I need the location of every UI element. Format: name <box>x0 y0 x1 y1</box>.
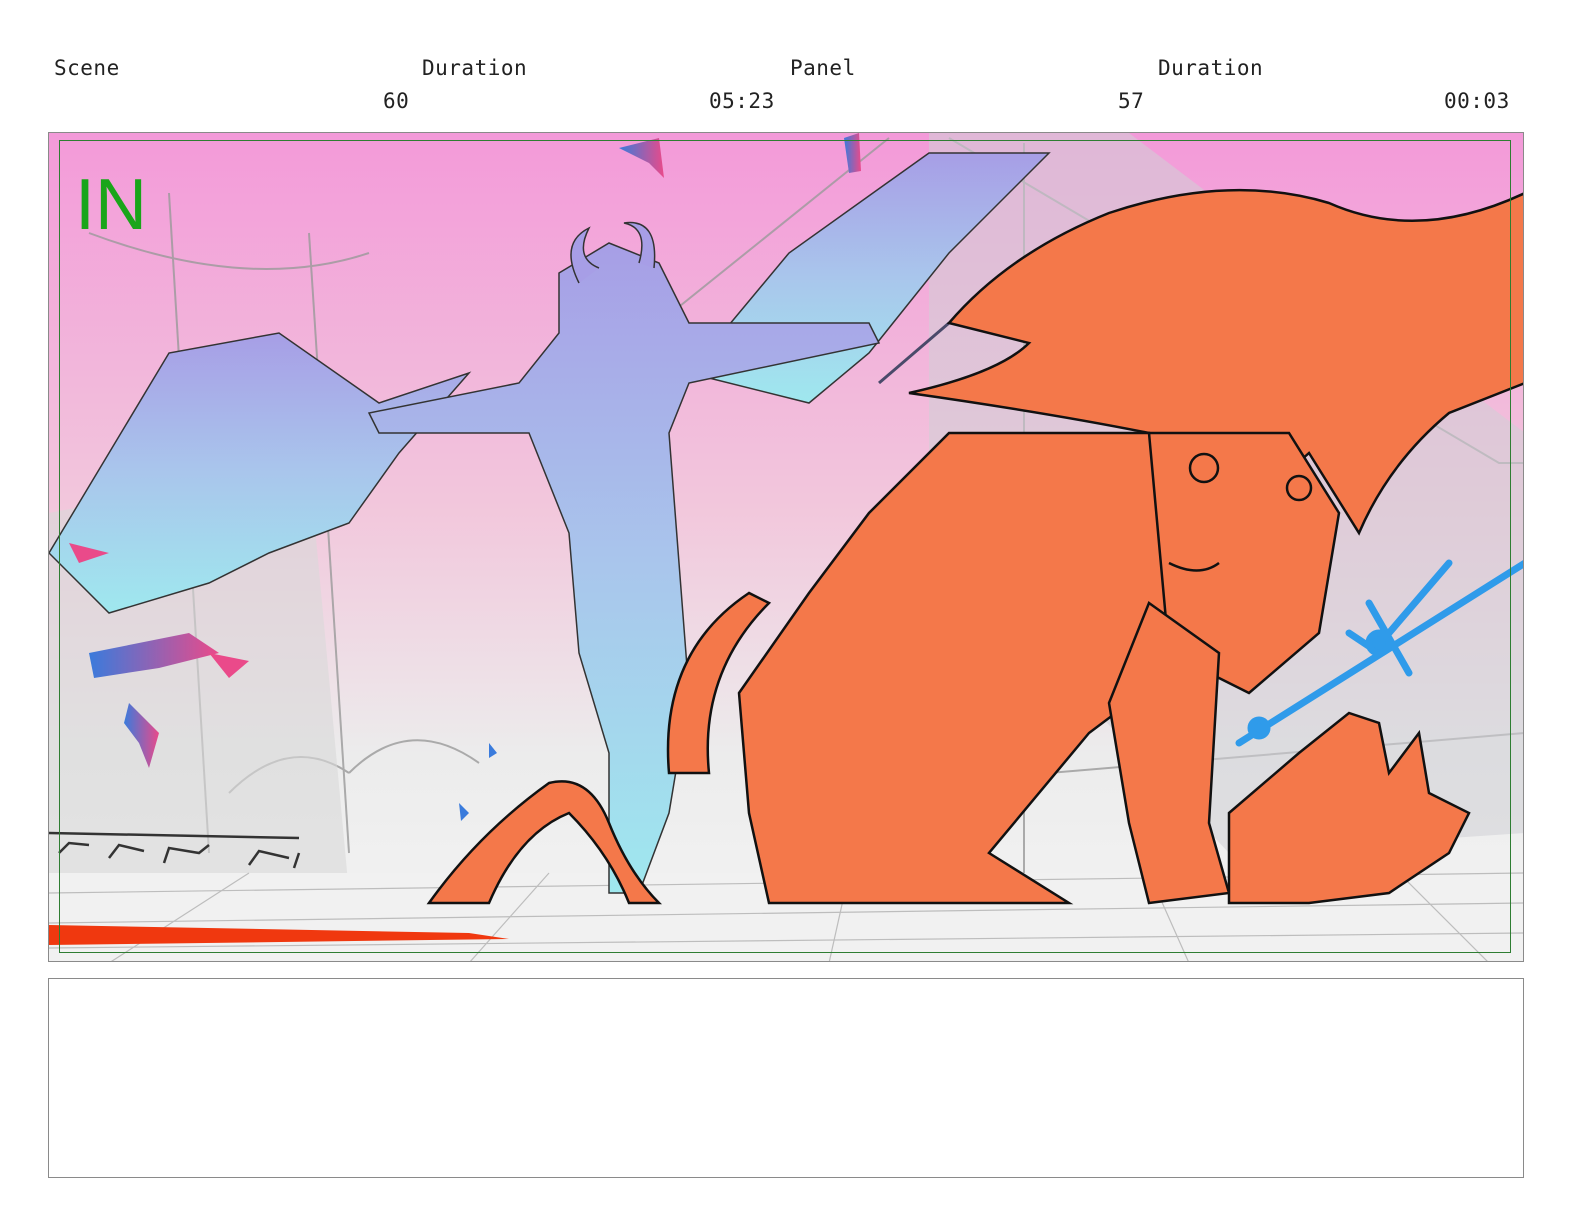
scene-label: Scene <box>54 56 120 80</box>
panel-number: 57 <box>1118 89 1145 113</box>
transition-label: IN <box>75 165 147 245</box>
scene-duration-label: Duration <box>422 56 528 80</box>
storyboard-panel[interactable]: IN <box>48 132 1524 962</box>
panel-duration-value: 00:03 <box>1444 89 1510 113</box>
panel-duration-label: Duration <box>1158 56 1264 80</box>
panel-notes-text <box>49 979 1523 1003</box>
panel-label: Panel <box>790 56 856 80</box>
panel-notes-box[interactable] <box>48 978 1524 1178</box>
scene-duration-value: 05:23 <box>709 89 775 113</box>
scene-number: 60 <box>383 89 410 113</box>
panel-artwork: IN <box>49 133 1523 961</box>
